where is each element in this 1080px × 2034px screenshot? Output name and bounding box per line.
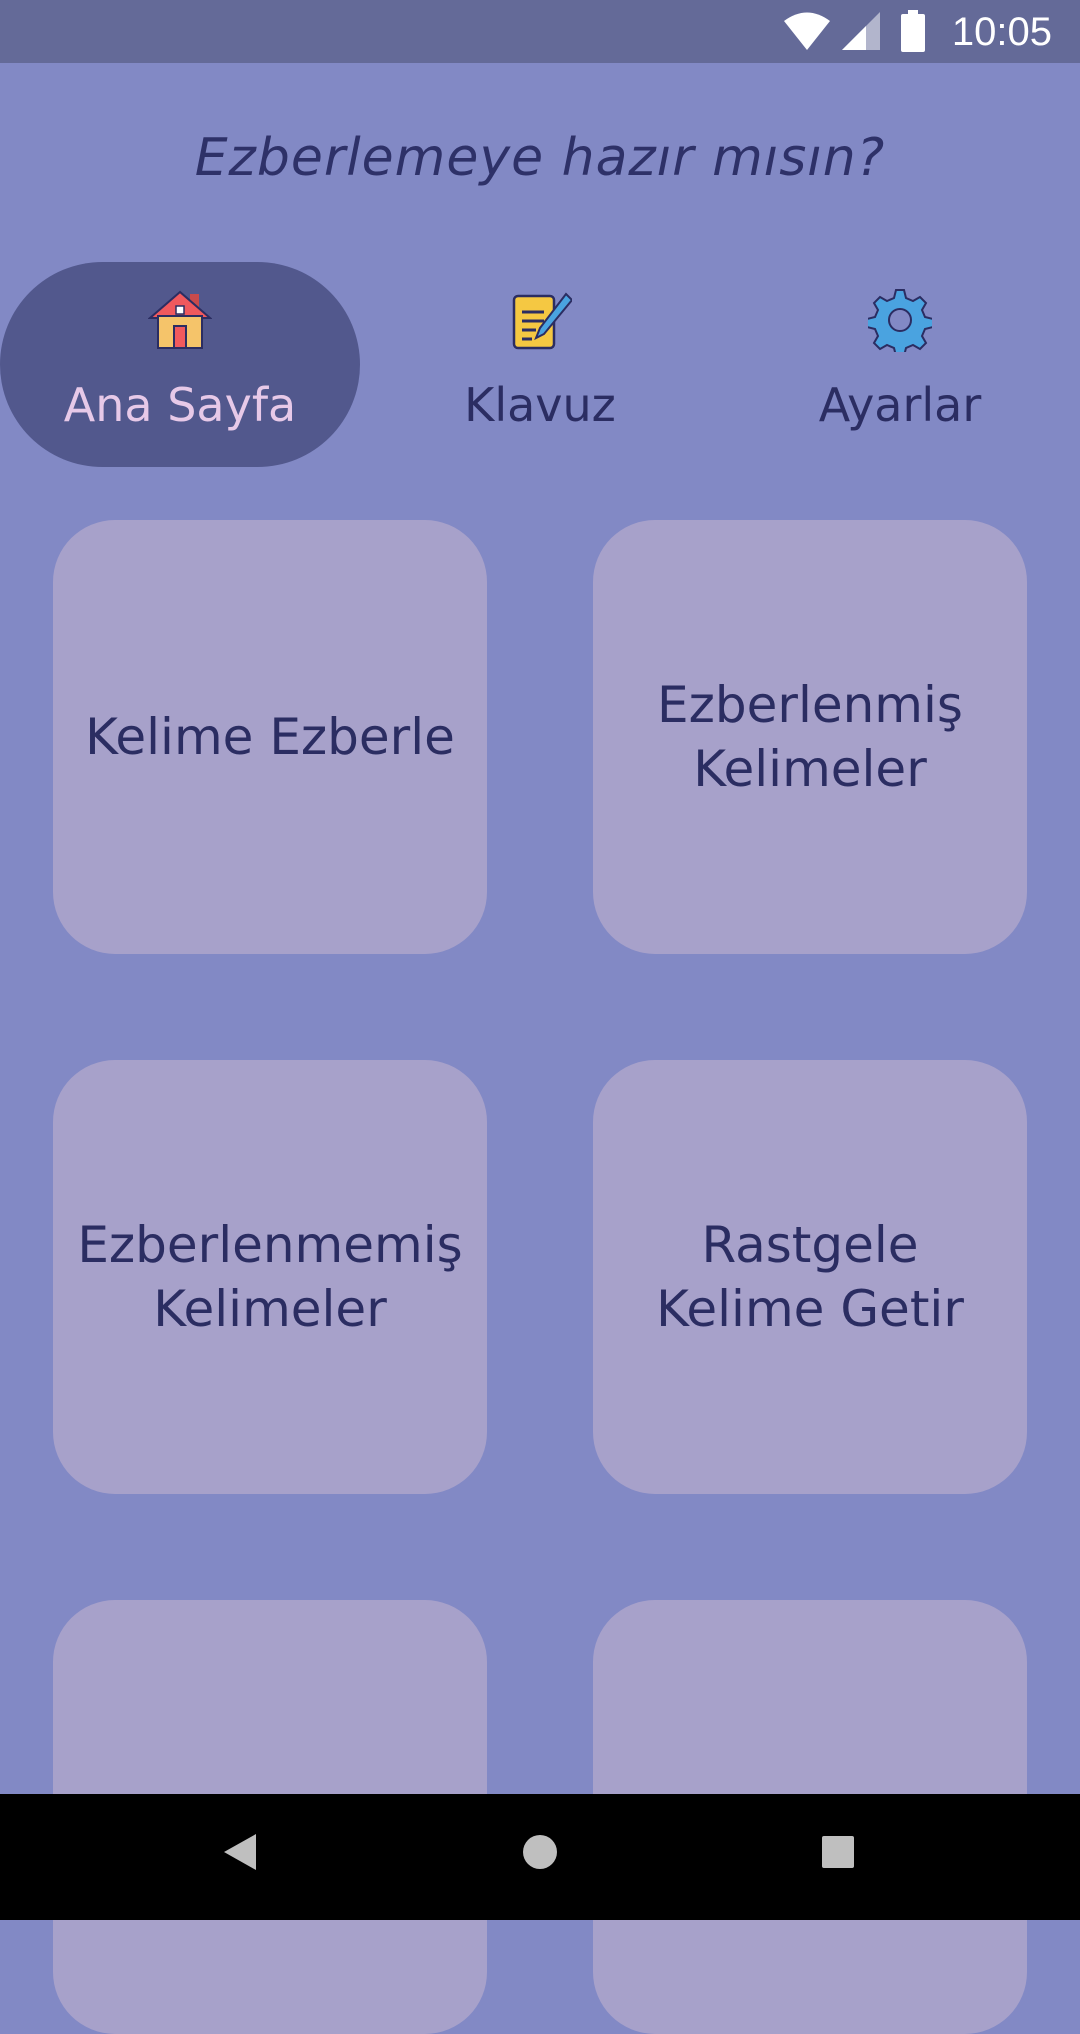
ezberlenmemis-kelimeler-card[interactable]: Ezberlenmemiş Kelimeler — [53, 1060, 487, 1494]
card-label: Ezberlenmiş Kelimeler — [657, 676, 963, 798]
home-circle-icon[interactable] — [521, 1832, 559, 1876]
back-icon[interactable] — [222, 1832, 258, 1876]
tab-label: Ana Sayfa — [63, 378, 297, 432]
navigation-bar — [0, 1794, 1080, 1920]
card-label: Rastgele Kelime Getir — [656, 1216, 964, 1338]
tab-ayarlar[interactable]: Ayarlar — [720, 262, 1080, 467]
recents-icon[interactable] — [821, 1832, 855, 1876]
kelime-ezberle-card[interactable]: Kelime Ezberle — [53, 520, 487, 954]
tab-klavuz[interactable]: Klavuz — [360, 262, 720, 467]
greeting-title: Ezberlemeye hazır mısın? — [194, 128, 886, 188]
card-label: Kelime Ezberle — [85, 708, 455, 766]
cellular-signal-icon — [842, 12, 880, 54]
ezberlenmis-kelimeler-card[interactable]: Ezberlenmiş Kelimeler — [593, 520, 1027, 954]
wifi-icon — [784, 12, 830, 54]
home-icon — [147, 288, 213, 356]
gear-icon — [866, 288, 934, 357]
notepad-pen-icon — [508, 288, 574, 356]
status-bar: 10:05 — [0, 0, 1080, 63]
battery-icon — [901, 10, 925, 56]
status-time: 10:05 — [951, 10, 1052, 54]
card-label: Ezberlenmemiş Kelimeler — [77, 1216, 463, 1338]
tab-label: Klavuz — [464, 378, 616, 432]
rastgele-kelime-getir-card[interactable]: Rastgele Kelime Getir — [593, 1060, 1027, 1494]
tab-ana-sayfa[interactable]: Ana Sayfa — [0, 262, 360, 467]
tab-label: Ayarlar — [818, 378, 982, 432]
